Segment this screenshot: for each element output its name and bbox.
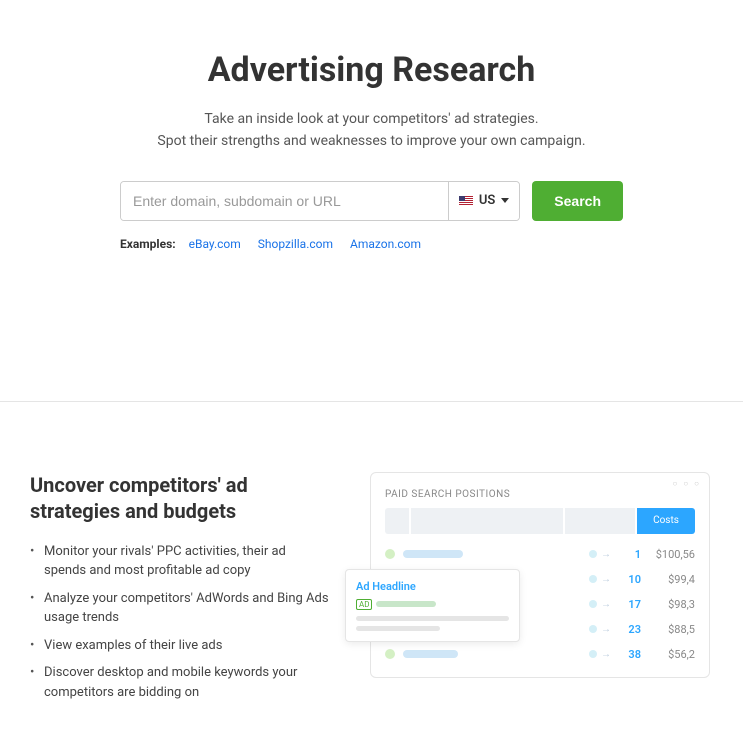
illustration-header: Costs bbox=[385, 508, 695, 534]
table-row: → 1 $100,56 bbox=[371, 542, 709, 567]
feature-bullet: Monitor your rivals' PPC activities, the… bbox=[30, 538, 330, 585]
illustration-panel: ○ ○ ○ PAID SEARCH POSITIONS Costs → 1 $1… bbox=[370, 472, 710, 678]
trend-icon: → bbox=[589, 649, 611, 660]
header-col bbox=[411, 508, 563, 534]
cost-value: $100,56 bbox=[641, 548, 695, 561]
page-title: Advertising Research bbox=[0, 50, 743, 90]
ad-preview-card: Ad Headline AD bbox=[345, 569, 520, 642]
search-input-group: US bbox=[120, 181, 520, 221]
trend-icon: → bbox=[589, 599, 611, 610]
cost-value: $88,5 bbox=[641, 623, 695, 636]
ad-badge-icon: AD bbox=[356, 599, 372, 610]
header-col bbox=[565, 508, 635, 534]
ad-copy-line bbox=[356, 626, 440, 631]
subtitle-line-1: Take an inside look at your competitors'… bbox=[0, 108, 743, 130]
example-link[interactable]: Shopzilla.com bbox=[258, 237, 333, 251]
search-button[interactable]: Search bbox=[532, 181, 623, 221]
feature-section: Uncover competitors' ad strategies and b… bbox=[0, 402, 743, 736]
position-value: 10 bbox=[621, 573, 641, 586]
feature-list: Monitor your rivals' PPC activities, the… bbox=[30, 538, 330, 707]
bar-icon bbox=[403, 550, 463, 558]
region-code: US bbox=[479, 193, 495, 208]
ad-copy-line bbox=[356, 616, 509, 621]
position-value: 23 bbox=[621, 623, 641, 636]
example-link[interactable]: eBay.com bbox=[189, 237, 241, 251]
ad-headline: Ad Headline bbox=[356, 580, 509, 593]
illustration-title: PAID SEARCH POSITIONS bbox=[371, 483, 709, 508]
trend-icon: → bbox=[589, 549, 611, 560]
cost-value: $99,4 bbox=[641, 573, 695, 586]
position-value: 1 bbox=[621, 548, 641, 561]
examples-row: Examples: eBay.com Shopzilla.com Amazon.… bbox=[0, 237, 743, 251]
window-dots-icon: ○ ○ ○ bbox=[673, 479, 701, 488]
cost-value: $98,3 bbox=[641, 598, 695, 611]
cost-value: $56,2 bbox=[641, 648, 695, 661]
trend-icon: → bbox=[589, 624, 611, 635]
feature-text: Uncover competitors' ad strategies and b… bbox=[30, 472, 330, 707]
domain-input[interactable] bbox=[121, 182, 448, 220]
costs-header: Costs bbox=[637, 508, 695, 534]
position-value: 38 bbox=[621, 648, 641, 661]
header-col bbox=[385, 508, 409, 534]
feature-bullet: View examples of their live ads bbox=[30, 632, 330, 660]
examples-label: Examples: bbox=[120, 237, 176, 251]
subtitle-line-2: Spot their strengths and weaknesses to i… bbox=[0, 130, 743, 152]
hero-section: Advertising Research Take an inside look… bbox=[0, 0, 743, 301]
table-row: → 38 $56,2 bbox=[371, 642, 709, 667]
us-flag-icon bbox=[459, 196, 473, 206]
feature-bullet: Analyze your competitors' AdWords and Bi… bbox=[30, 585, 330, 632]
search-row: US Search bbox=[0, 181, 743, 221]
feature-bullet: Discover desktop and mobile keywords you… bbox=[30, 659, 330, 706]
example-link[interactable]: Amazon.com bbox=[350, 237, 421, 251]
region-picker[interactable]: US bbox=[448, 182, 519, 220]
dot-icon bbox=[385, 549, 395, 559]
feature-heading: Uncover competitors' ad strategies and b… bbox=[30, 472, 330, 524]
position-value: 17 bbox=[621, 598, 641, 611]
trend-icon: → bbox=[589, 574, 611, 585]
feature-illustration: ○ ○ ○ PAID SEARCH POSITIONS Costs → 1 $1… bbox=[370, 472, 713, 678]
page-subtitle: Take an inside look at your competitors'… bbox=[0, 108, 743, 153]
ad-url-line: AD bbox=[356, 599, 509, 610]
chevron-down-icon bbox=[501, 198, 509, 203]
bar-icon bbox=[403, 650, 458, 658]
ad-url-placeholder bbox=[376, 601, 436, 607]
dot-icon bbox=[385, 649, 395, 659]
